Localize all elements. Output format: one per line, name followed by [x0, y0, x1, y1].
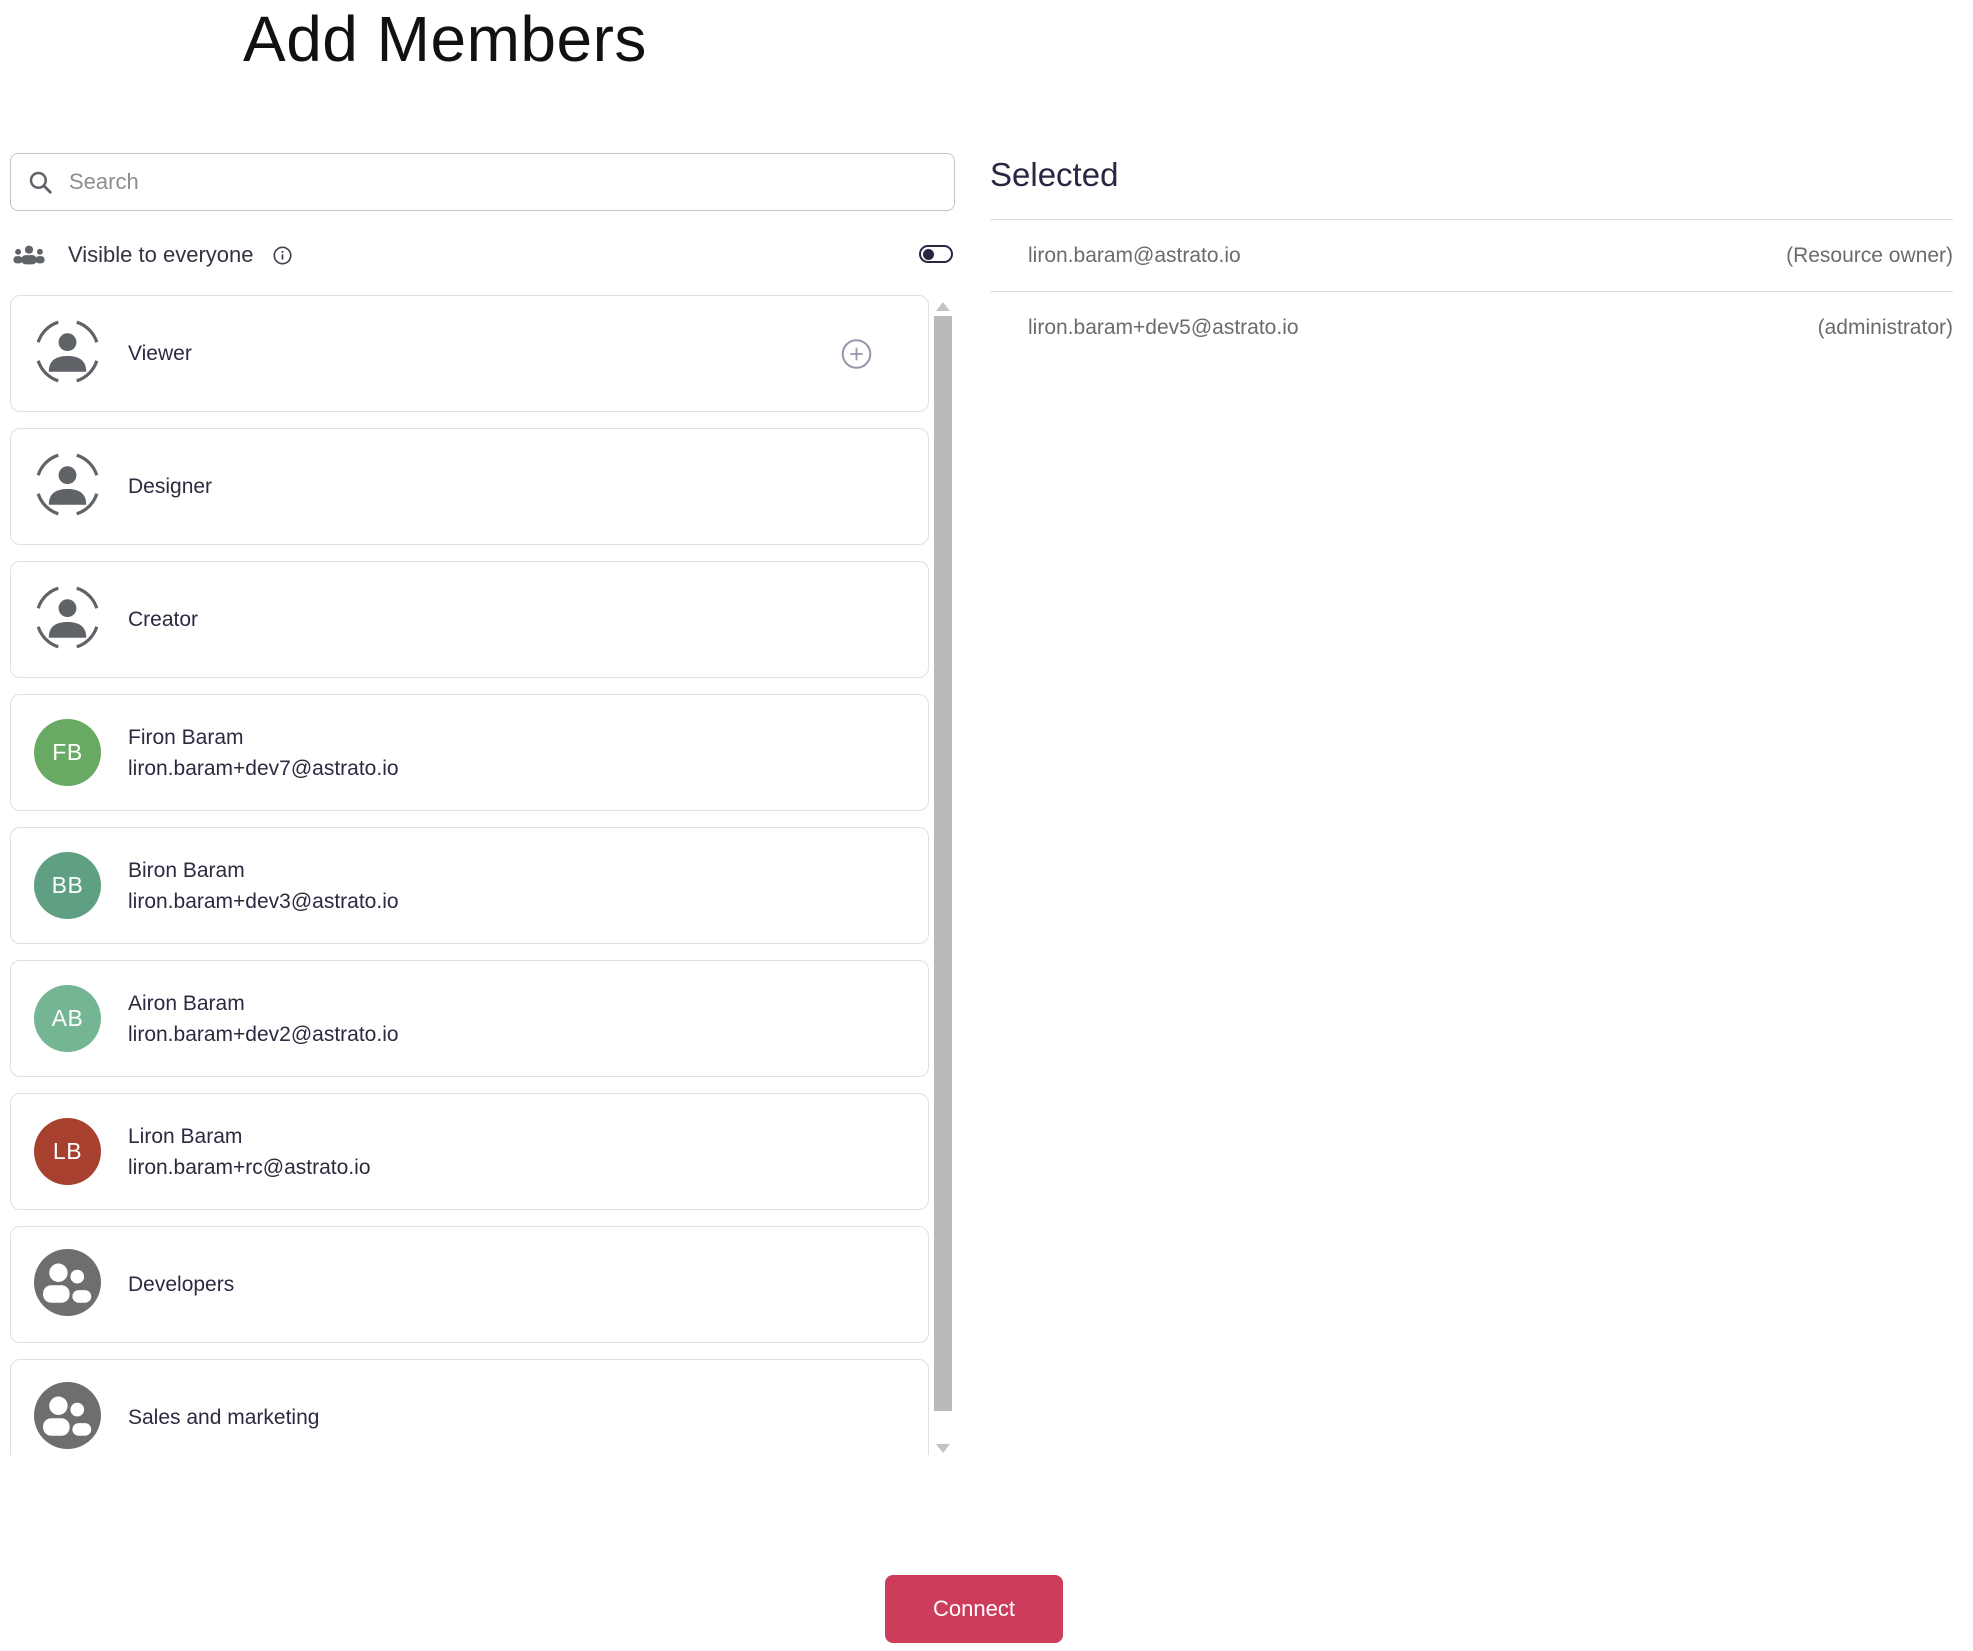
- info-icon[interactable]: [272, 245, 293, 266]
- group-label: Sales and marketing: [128, 1405, 320, 1429]
- role-person-icon: [34, 584, 101, 656]
- selected-member-email: liron.baram@astrato.io: [1028, 243, 1241, 267]
- role-person-icon: [34, 451, 101, 523]
- role-person-icon: [34, 318, 101, 390]
- group-label: Developers: [128, 1272, 235, 1296]
- list-item-role-viewer[interactable]: Viewer: [10, 295, 929, 412]
- selected-member-email: liron.baram+dev5@astrato.io: [1028, 315, 1299, 339]
- list-item-user[interactable]: LB Liron Baram liron.baram+rc@astrato.io: [10, 1093, 929, 1210]
- role-label: Designer: [128, 474, 213, 498]
- selected-heading: Selected: [990, 156, 1119, 193]
- list-item-user[interactable]: FB Firon Baram liron.baram+dev7@astrato.…: [10, 694, 929, 811]
- selected-member-role: (administrator): [1817, 315, 1953, 339]
- connect-button[interactable]: Connect: [885, 1575, 1063, 1643]
- visibility-row: Visible to everyone: [10, 238, 955, 272]
- scrollbar-up-arrow[interactable]: [936, 302, 950, 311]
- scrollbar-thumb[interactable]: [934, 316, 952, 1411]
- selected-list: liron.baram@astrato.io (Resource owner) …: [990, 219, 1953, 363]
- user-email: liron.baram+dev7@astrato.io: [128, 756, 399, 780]
- user-email: liron.baram+dev3@astrato.io: [128, 889, 399, 913]
- page-title: Add Members: [243, 3, 647, 75]
- user-name: Liron Baram: [128, 1124, 243, 1148]
- avatar: FB: [34, 719, 101, 786]
- list-item-user[interactable]: AB Airon Baram liron.baram+dev2@astrato.…: [10, 960, 929, 1077]
- members-list: Viewer Designer Creator FB Firon Baram l…: [10, 295, 955, 1455]
- selected-member-role: (Resource owner): [1786, 243, 1953, 267]
- selected-member-row: liron.baram+dev5@astrato.io (administrat…: [990, 291, 1953, 363]
- list-item-role-creator[interactable]: Creator: [10, 561, 929, 678]
- list-item-group[interactable]: Developers: [10, 1226, 929, 1343]
- search-icon: [27, 169, 53, 195]
- search-box[interactable]: [10, 153, 955, 211]
- group-avatar-icon: [34, 1381, 101, 1454]
- avatar: AB: [34, 985, 101, 1052]
- groups-icon: [12, 244, 46, 267]
- list-item-role-designer[interactable]: Designer: [10, 428, 929, 545]
- add-icon[interactable]: [841, 338, 872, 369]
- list-item-user[interactable]: BB Biron Baram liron.baram+dev3@astrato.…: [10, 827, 929, 944]
- toggle-knob: [922, 248, 934, 260]
- role-label: Viewer: [128, 341, 192, 365]
- role-label: Creator: [128, 607, 199, 631]
- user-email: liron.baram+dev2@astrato.io: [128, 1022, 399, 1046]
- user-name: Biron Baram: [128, 858, 245, 882]
- user-email: liron.baram+rc@astrato.io: [128, 1155, 371, 1179]
- visibility-label: Visible to everyone: [68, 242, 254, 267]
- group-avatar-icon: [34, 1248, 101, 1321]
- search-input[interactable]: [69, 169, 938, 195]
- scrollbar-down-arrow[interactable]: [936, 1444, 950, 1453]
- avatar: LB: [34, 1118, 101, 1185]
- avatar: BB: [34, 852, 101, 919]
- user-name: Firon Baram: [128, 725, 244, 749]
- selected-member-row: liron.baram@astrato.io (Resource owner): [990, 219, 1953, 291]
- user-name: Airon Baram: [128, 991, 245, 1015]
- list-item-group[interactable]: Sales and marketing: [10, 1359, 929, 1455]
- visibility-toggle[interactable]: [919, 245, 953, 263]
